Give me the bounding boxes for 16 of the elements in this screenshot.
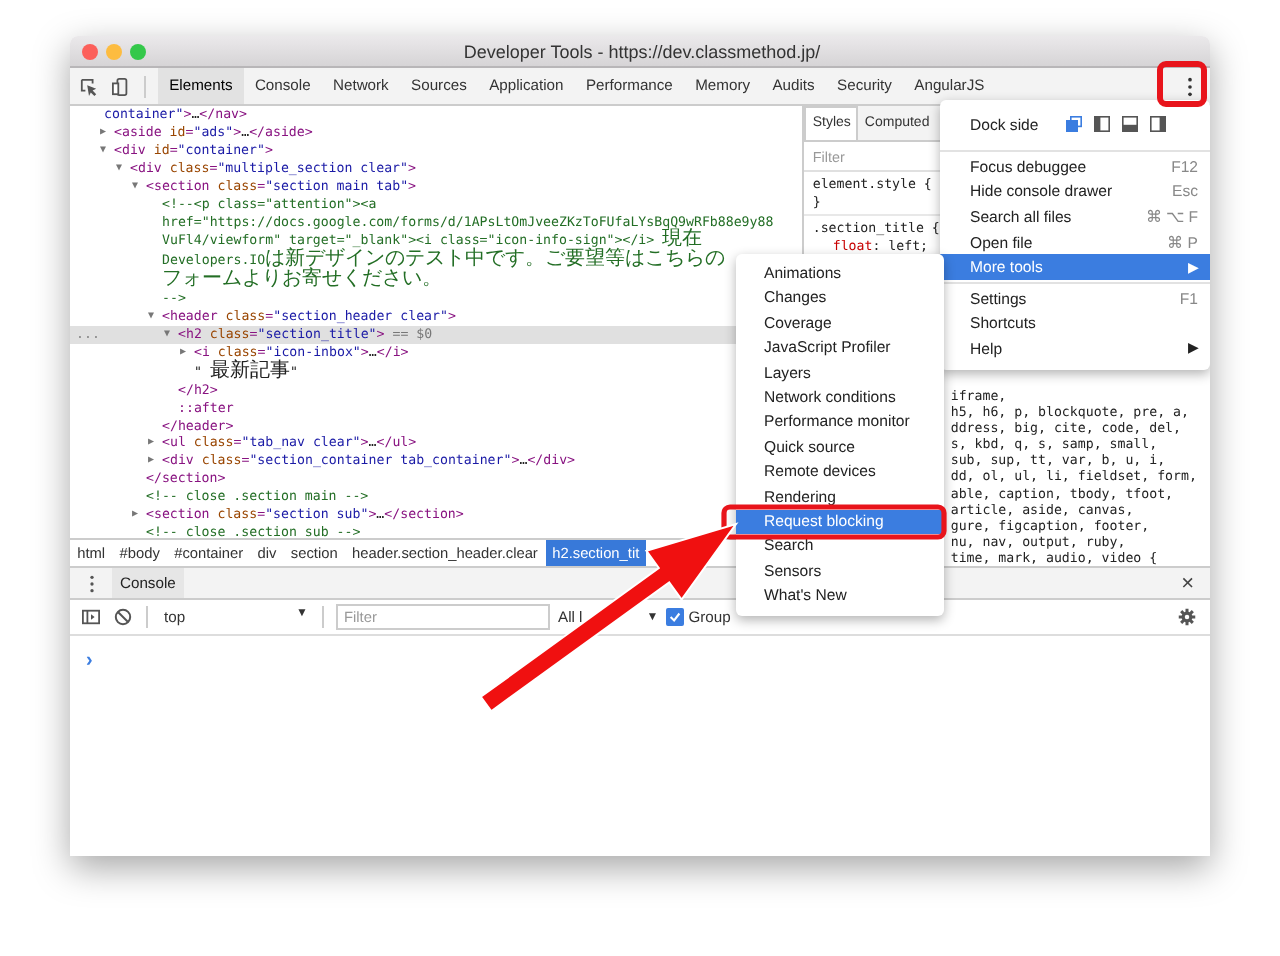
drawer-menu-icon[interactable] — [88, 573, 96, 593]
window-title: Developer Tools - https://dev.classmethod.jp/ — [463, 41, 821, 61]
inspect-icon[interactable] — [80, 77, 98, 95]
dock-left-icon[interactable] — [1094, 116, 1111, 132]
device-icon[interactable] — [112, 77, 130, 95]
dock-bottom-icon[interactable] — [1122, 116, 1139, 132]
sidebar-icon[interactable] — [82, 608, 100, 626]
settings-icon[interactable] — [1178, 608, 1196, 626]
dock-right-icon[interactable] — [1150, 116, 1167, 132]
highlight-frame — [1157, 61, 1207, 107]
more-options-icon[interactable] — [1186, 75, 1194, 97]
clear-icon[interactable] — [114, 608, 132, 626]
console-prompt[interactable]: › — [86, 650, 93, 672]
group-checkbox[interactable] — [666, 608, 685, 626]
undock-icon[interactable] — [1066, 116, 1083, 132]
close-drawer-button[interactable]: × — [1181, 571, 1194, 595]
